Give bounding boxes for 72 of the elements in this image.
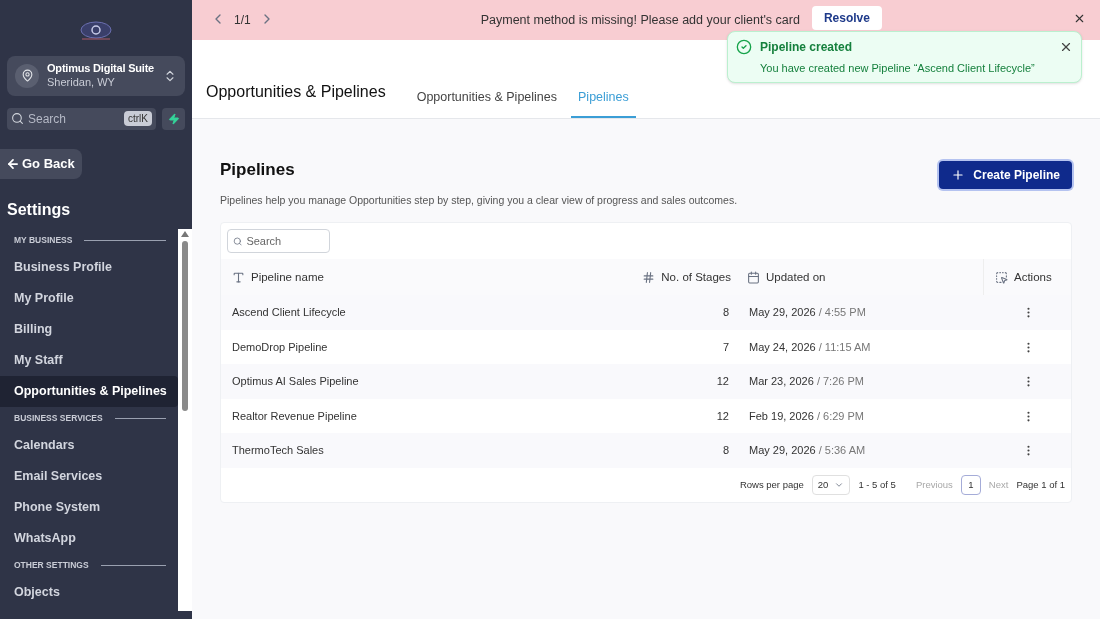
rows-per-page-label: Rows per page [739, 477, 804, 492]
close-banner-icon[interactable] [1073, 12, 1086, 25]
table-cell-text: May 29, 2026 / 4:55 PM [749, 305, 867, 321]
column-header: No. of Stages [661, 269, 731, 285]
quick-action-button[interactable] [162, 107, 185, 130]
table-cell-text: ThermoTech Sales [231, 443, 325, 459]
table-search-input[interactable]: Search [246, 233, 324, 250]
go-back-button[interactable]: Go Back [0, 148, 82, 179]
page-header-title: Opportunities & Pipelines [206, 82, 386, 102]
account-switcher[interactable]: Optimus Digital Suite Sheridan, WY [7, 56, 185, 96]
table-cell-text: Mar 23, 2026 / 7:26 PM [749, 374, 865, 390]
section-title: Pipelines [220, 159, 296, 181]
settings-heading: Settings [7, 199, 72, 220]
banner-message: Payment method is missing! Please add your client's card [480, 12, 800, 29]
toast-message: You have created new Pipeline “Ascend Client Lifecycle” [760, 61, 1036, 76]
check-icon [736, 39, 752, 55]
search-icon [11, 112, 24, 125]
table-cell-text: DemoDrop Pipeline [231, 339, 329, 355]
nav-item[interactable]: Calendars [0, 429, 178, 461]
section-description: Pipelines help you manage Opportunities step by step, giving you a clear view of progress and sales outcomes. [220, 192, 738, 208]
table-cell-text: May 24, 2026 / 11:15 AM [749, 339, 872, 355]
page-summary: Page 1 of 1 [1016, 477, 1065, 492]
rows-per-page-select[interactable]: 20 [811, 474, 851, 495]
banner-counter: 1/1 [234, 12, 251, 29]
text-field-icon [232, 270, 245, 284]
nav-item[interactable]: My Staff [0, 344, 178, 376]
nav-item[interactable]: Email Services [0, 460, 178, 492]
search-field[interactable]: Search ctrlK [7, 107, 156, 130]
logo-icon [78, 20, 114, 40]
nav-item[interactable]: Objects [0, 576, 178, 608]
create-pipeline-button[interactable]: Create Pipeline [939, 161, 1072, 189]
section-heading: BUSINESS SERVICES [14, 411, 103, 425]
table-cell-text: 12 [715, 374, 729, 390]
table-cell-text: May 29, 2026 / 5:36 AM [749, 443, 867, 459]
location-icon [15, 63, 39, 88]
close-icon[interactable] [1059, 40, 1073, 54]
tab[interactable]: Opportunities & Pipelines [409, 78, 564, 118]
plus-icon [951, 168, 966, 182]
nav-item[interactable]: Business Profile [0, 251, 178, 283]
calendar-icon [747, 270, 760, 284]
column-header: Actions [1014, 269, 1052, 285]
table-cell-text: Optimus AI Sales Pipeline [231, 374, 360, 390]
section-heading: OTHER SETTINGS [14, 558, 89, 572]
nav-item[interactable]: Phone System [0, 491, 178, 523]
resolve-button[interactable]: Resolve [811, 6, 882, 30]
table-cell-text: Ascend Client Lifecycle [231, 305, 347, 321]
table-cell-text: 8 [721, 305, 729, 321]
scroll-up-icon[interactable] [181, 231, 189, 237]
toast-title: Pipeline created [760, 39, 853, 56]
nav-item[interactable]: Opportunities & Pipelines [0, 375, 178, 407]
pointer-icon [995, 270, 1008, 284]
range-label: 1 - 5 of 5 [858, 477, 896, 492]
search-icon [233, 235, 243, 247]
page-button[interactable]: 1 [960, 474, 981, 495]
hash-icon [642, 270, 656, 284]
table-cell-text: Realtor Revenue Pipeline [231, 408, 358, 424]
table-cell-text: Feb 19, 2026 / 6:29 PM [749, 408, 865, 424]
table-cell-text: 7 [721, 339, 729, 355]
search-input[interactable]: Search [28, 109, 120, 128]
table-search-field[interactable]: Search [227, 229, 330, 254]
section-heading: MY BUSINESS [14, 233, 73, 247]
nav-item[interactable]: WhatsApp [0, 522, 178, 554]
column-header: Updated on [766, 269, 826, 285]
nav-item[interactable]: My Profile [0, 282, 178, 314]
table-cell-text: 8 [721, 443, 729, 459]
column-header: Pipeline name [251, 269, 324, 285]
account-name: Optimus Digital Suite [47, 62, 155, 76]
shortcut-key: ctrlK [124, 111, 152, 126]
nav-item[interactable]: Billing [0, 313, 178, 345]
table-cell-text: 12 [715, 408, 729, 424]
lightning-icon [167, 112, 180, 125]
account-location: Sheridan, WY [47, 75, 116, 90]
